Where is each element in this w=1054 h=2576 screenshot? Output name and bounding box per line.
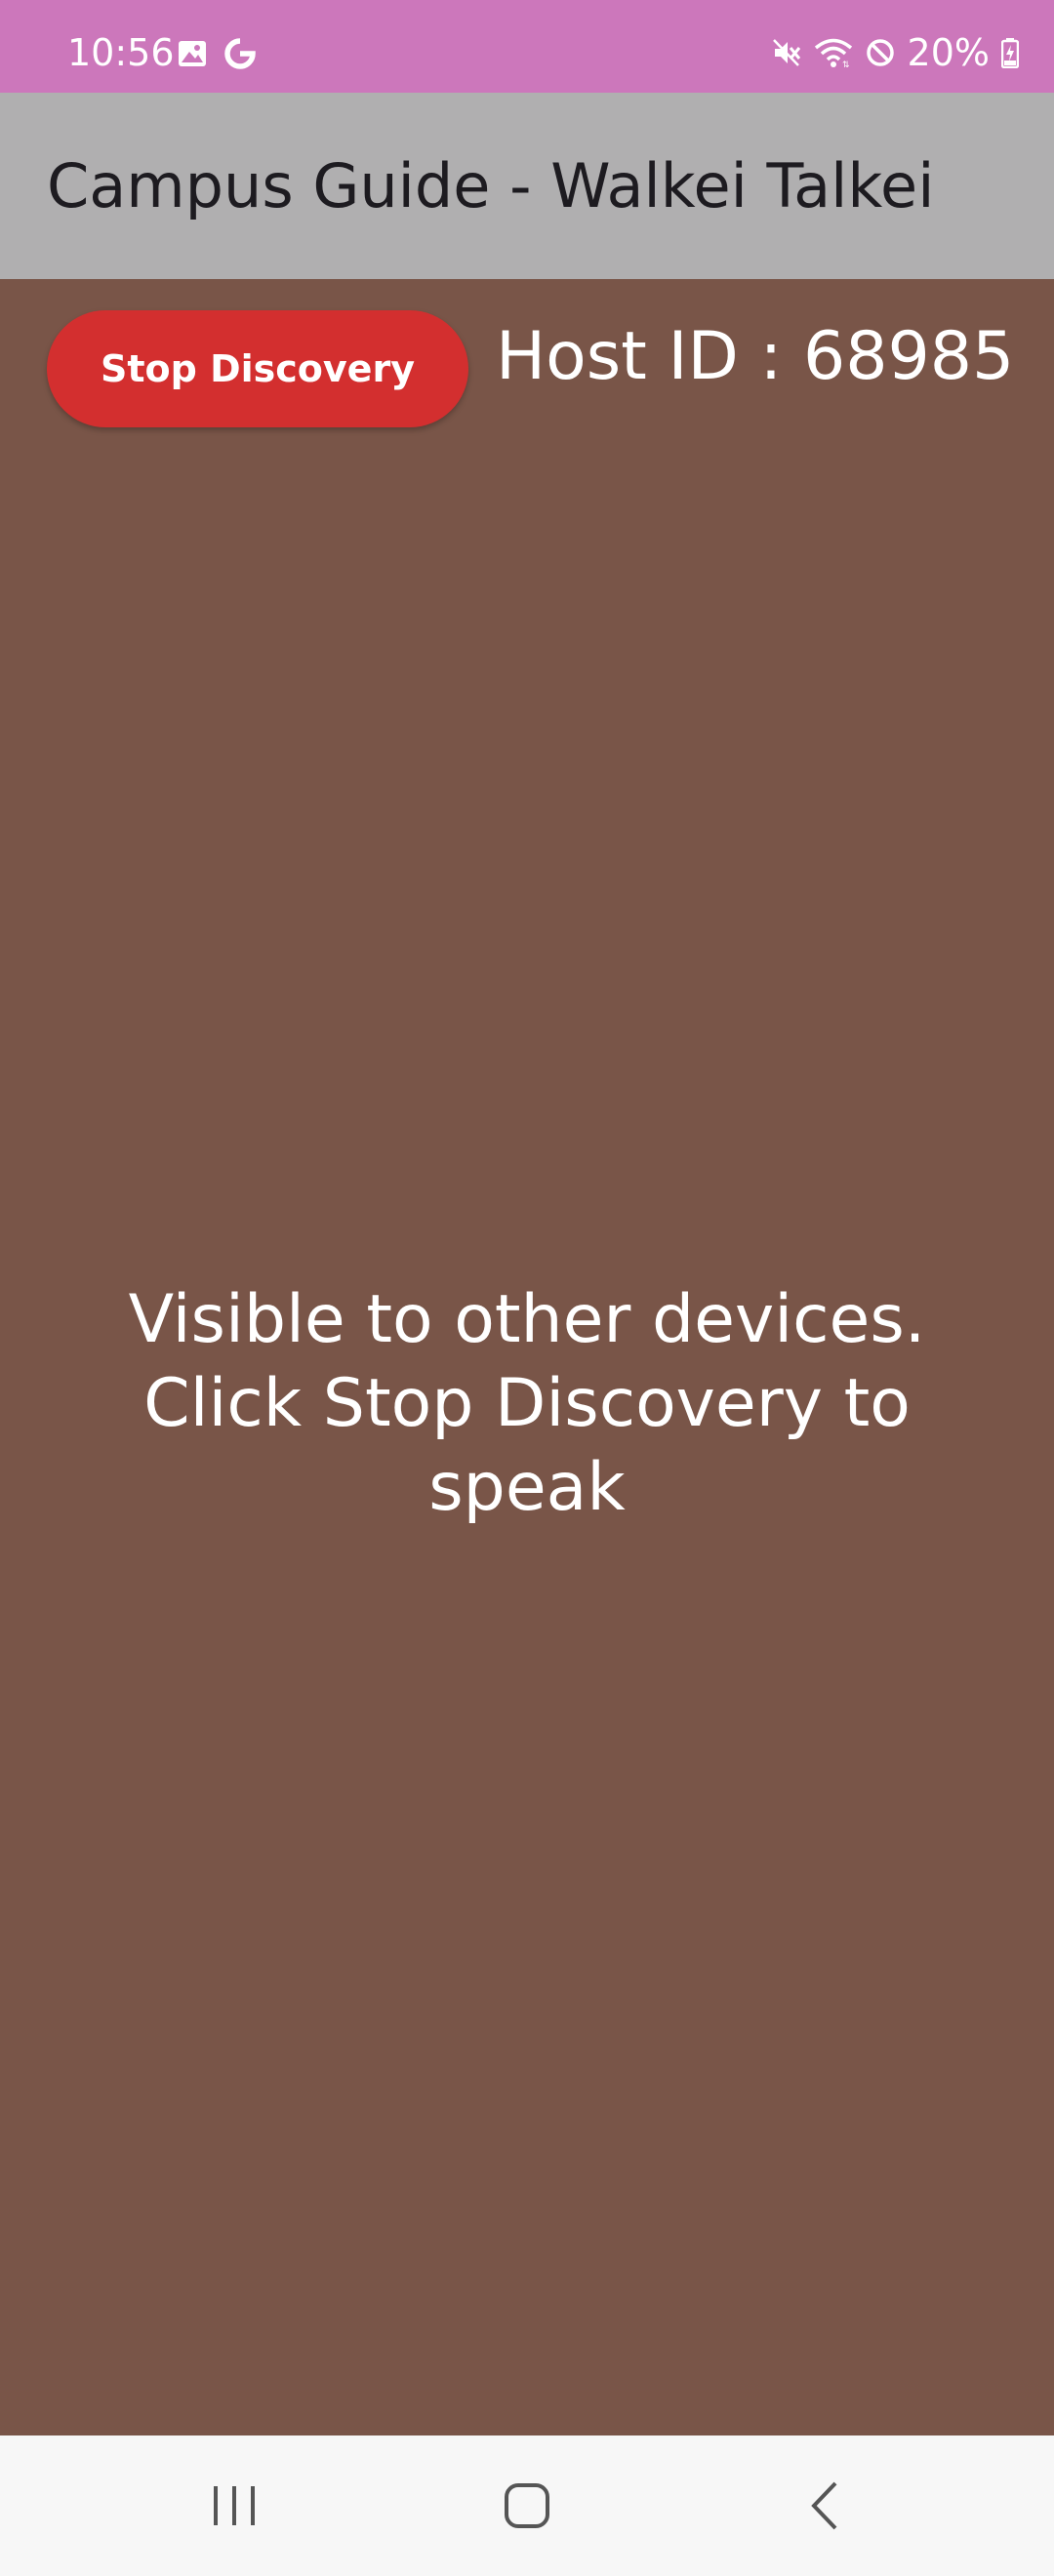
- back-icon: [804, 2479, 843, 2532]
- status-bar: 10:56 ⇅ 20%: [0, 0, 1054, 93]
- recent-apps-button[interactable]: [137, 2435, 332, 2576]
- status-system-icons: ⇅ 20%: [771, 33, 1019, 72]
- do-not-disturb-icon: [865, 37, 896, 68]
- back-button[interactable]: [726, 2435, 921, 2576]
- status-notification-icons: [177, 37, 257, 70]
- mute-icon: [771, 37, 802, 68]
- google-icon: [223, 37, 257, 70]
- home-icon: [503, 2481, 551, 2530]
- image-icon: [177, 38, 208, 69]
- host-id-label: Host ID : 68985: [496, 318, 1015, 395]
- home-button[interactable]: [429, 2435, 625, 2576]
- app-bar: Campus Guide - Walkei Talkei: [0, 93, 1054, 279]
- app-screen: 10:56 ⇅ 20% Campus Guide - Walkei Talkei…: [0, 0, 1054, 2576]
- battery-percentage: 20%: [907, 31, 990, 74]
- status-time: 10:56: [67, 31, 175, 74]
- navigation-bar: [0, 2435, 1054, 2576]
- app-title: Campus Guide - Walkei Talkei: [47, 150, 935, 221]
- visibility-message: Visible to other devices. Click Stop Dis…: [128, 1281, 926, 1526]
- svg-text:⇅: ⇅: [842, 60, 850, 68]
- battery-charging-icon: [1001, 37, 1019, 68]
- wifi-icon: ⇅: [814, 37, 853, 68]
- stop-discovery-button[interactable]: Stop Discovery: [47, 310, 468, 427]
- recent-apps-icon: [210, 2482, 259, 2529]
